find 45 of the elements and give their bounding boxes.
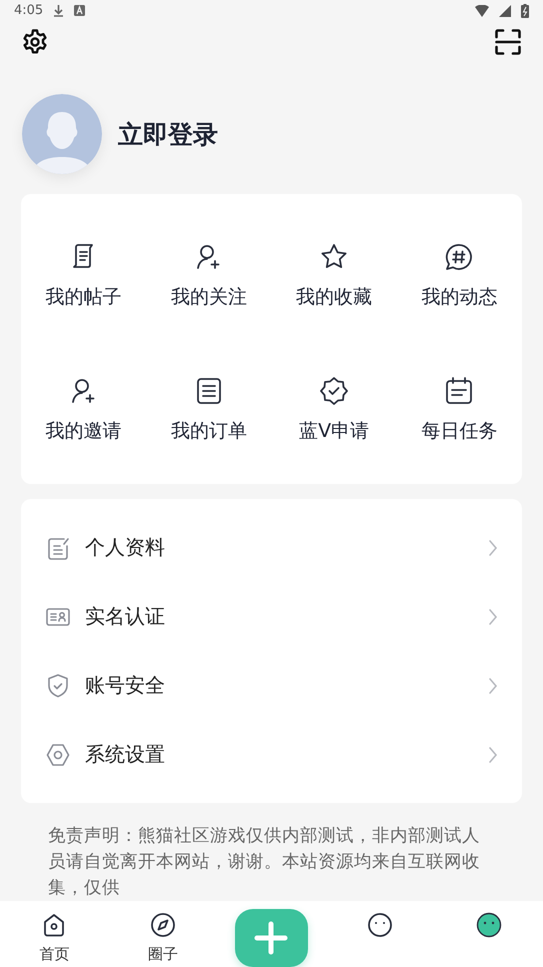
add-button[interactable] — [234, 909, 308, 967]
nav-tab[interactable]: 首页 — [0, 901, 109, 967]
hashtag-bubble-icon — [444, 242, 474, 272]
nav-tab[interactable]: 圈子 — [108, 901, 218, 967]
compass-icon — [148, 911, 177, 939]
calendar-icon — [444, 376, 474, 406]
shortcut-label: 每日任务 — [421, 419, 498, 444]
shortcut-item[interactable]: 我的邀请 — [21, 376, 146, 444]
hexagon-icon — [45, 742, 71, 768]
shortcut-item[interactable]: 每日任务 — [396, 376, 522, 444]
shortcut-item[interactable]: 我的收藏 — [272, 242, 397, 310]
shortcut-item[interactable]: 我的帖子 — [21, 242, 146, 310]
signal-icon — [499, 4, 511, 17]
settings-icon[interactable] — [22, 28, 48, 55]
menu-item[interactable]: 系统设置 — [21, 720, 522, 789]
shield-icon — [45, 672, 71, 698]
shortcut-label: 我的动态 — [421, 285, 498, 310]
download-icon — [53, 4, 64, 18]
disclaimer-text: 免责声明：熊猫社区游戏仅供内部测试，非内部测试人员请自觉离开本网站，谢谢。本站资源均来自互联网收集，仅供 — [48, 825, 481, 900]
login-link[interactable]: 立即登录 — [118, 118, 218, 150]
shortcut-item[interactable]: 我的订单 — [146, 376, 272, 444]
shortcut-label: 我的关注 — [170, 285, 247, 310]
shortcut-label: 我的邀请 — [46, 419, 122, 444]
battery-icon — [521, 4, 529, 18]
face-icon — [366, 911, 394, 939]
shortcut-item[interactable]: 我的动态 — [396, 242, 522, 310]
chevron-right-icon — [488, 746, 498, 764]
wifi-icon — [475, 4, 489, 17]
status-time: 4:05 — [14, 3, 44, 18]
chevron-right-icon — [488, 608, 498, 626]
menu-item[interactable]: 实名认证 — [21, 582, 522, 651]
chevron-right-icon — [488, 676, 498, 694]
badge-check-icon — [319, 376, 350, 406]
shortcut-label: 我的收藏 — [296, 285, 372, 310]
shortcut-item[interactable]: 我的关注 — [146, 242, 272, 310]
menu-item[interactable]: 个人资料 — [21, 513, 522, 582]
chevron-right-icon — [488, 538, 498, 556]
shortcut-label: 我的订单 — [170, 419, 247, 444]
scan-icon[interactable] — [495, 28, 521, 55]
face-icon — [474, 911, 503, 939]
shortcut-item[interactable]: 蓝V申请 — [272, 376, 397, 444]
keyboard-indicator-icon — [74, 5, 86, 16]
menu-item[interactable]: 账号安全 — [21, 651, 522, 720]
shortcut-label: 蓝V申请 — [299, 419, 370, 444]
shortcut-label: 我的帖子 — [46, 285, 122, 310]
